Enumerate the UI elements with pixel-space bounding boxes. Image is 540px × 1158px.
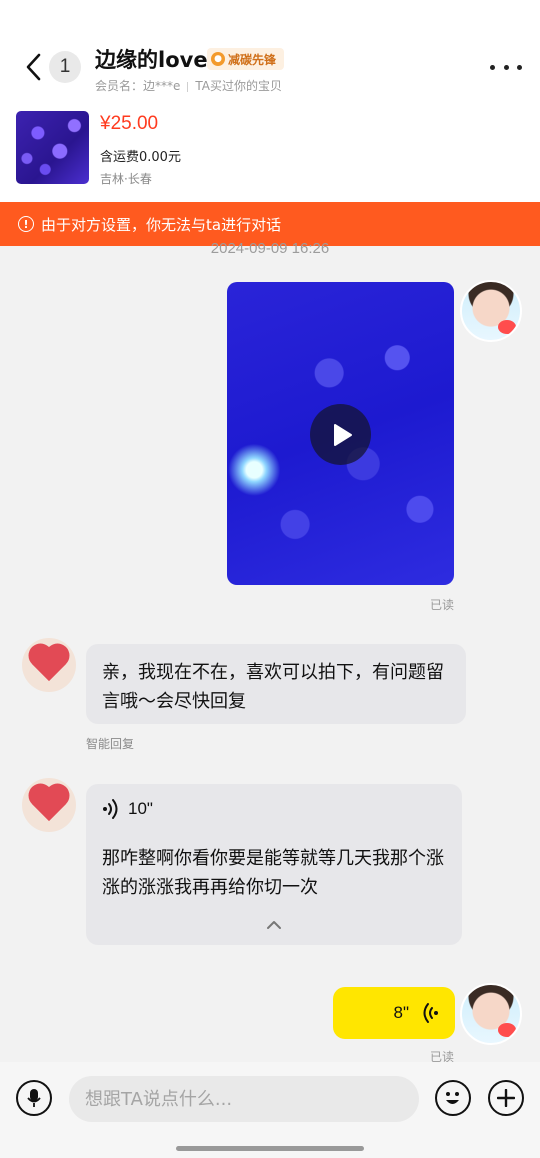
sound-wave-icon xyxy=(103,799,118,819)
restriction-text: 由于对方设置，你无法与ta进行对话 xyxy=(41,215,282,234)
carbon-pioneer-label: 减碳先锋 xyxy=(228,52,277,67)
outgoing-voice-message[interactable]: 8" xyxy=(333,987,455,1039)
contact-avatar[interactable] xyxy=(22,778,76,832)
more-dot-icon xyxy=(503,64,509,70)
member-name: 会员名：边***e xyxy=(95,79,181,93)
more-dot-icon xyxy=(490,64,495,70)
purchase-note: TA买过你的宝贝 xyxy=(195,79,282,93)
sticker-icon xyxy=(498,320,516,334)
more-options-button[interactable] xyxy=(490,60,522,74)
more-actions-button[interactable] xyxy=(488,1080,524,1116)
voice-transcript: 那咋整啊你看你要是能等就等几天我那个涨涨的涨涨我再再给你切一次 xyxy=(102,848,444,898)
chat-header: 1 边缘的love ● 减碳先锋 会员名：边***e TA买过你的宝贝 ¥25.0… xyxy=(0,0,540,202)
product-price: ¥25.00 xyxy=(100,113,159,134)
product-location: 吉林·长春 xyxy=(100,172,152,186)
read-status: 已读 xyxy=(430,598,455,612)
my-avatar[interactable] xyxy=(460,983,522,1045)
member-info: 会员名：边***e TA买过你的宝贝 xyxy=(95,77,282,94)
message-timestamp: 2024-09-09 16:26 xyxy=(210,240,330,257)
message-input[interactable] xyxy=(69,1076,419,1122)
voice-input-button[interactable] xyxy=(16,1080,52,1116)
back-button[interactable] xyxy=(18,50,48,84)
sticker-icon xyxy=(498,1023,516,1037)
sound-wave-icon xyxy=(423,1003,438,1023)
plus-icon xyxy=(497,1089,515,1107)
carbon-pioneer-badge[interactable]: ● 减碳先锋 xyxy=(207,48,285,70)
auto-reply-label: 智能回复 xyxy=(86,737,135,751)
video-message[interactable] xyxy=(227,282,454,585)
my-avatar[interactable] xyxy=(460,280,522,342)
incoming-voice-message[interactable]: 10" 那咋整啊你看你要是能等就等几天我那个涨涨的涨涨我再再给你切一次 xyxy=(86,784,462,945)
leaf-icon: ● xyxy=(211,52,225,66)
collapse-transcript-button[interactable] xyxy=(264,918,284,932)
voice-duration: 8" xyxy=(393,1003,410,1022)
unread-count-badge[interactable]: 1 xyxy=(49,51,81,83)
voice-duration: 10" xyxy=(128,799,153,818)
contact-avatar[interactable] xyxy=(22,638,76,692)
incoming-message[interactable]: 亲，我现在不在，喜欢可以拍下，有问题留言哦～会尽快回复 xyxy=(86,644,466,724)
home-indicator xyxy=(176,1146,364,1151)
heart-icon xyxy=(28,785,70,825)
product-shipping: 含运费0.00元 xyxy=(100,150,181,165)
play-icon xyxy=(333,423,352,446)
play-button[interactable] xyxy=(310,404,371,465)
contact-name: 边缘的love xyxy=(95,48,208,72)
divider xyxy=(187,81,189,92)
smiley-icon xyxy=(446,1092,459,1104)
microphone-icon xyxy=(27,1089,41,1107)
warning-icon: ! xyxy=(18,216,34,232)
emoji-button[interactable] xyxy=(435,1080,471,1116)
voice-playback[interactable]: 10" xyxy=(102,798,153,820)
chevron-up-icon xyxy=(267,921,281,929)
more-dot-icon xyxy=(517,64,522,70)
composer-bar xyxy=(0,1062,540,1158)
chevron-left-icon xyxy=(26,53,41,81)
product-thumbnail[interactable] xyxy=(16,111,89,184)
heart-icon xyxy=(28,645,70,685)
